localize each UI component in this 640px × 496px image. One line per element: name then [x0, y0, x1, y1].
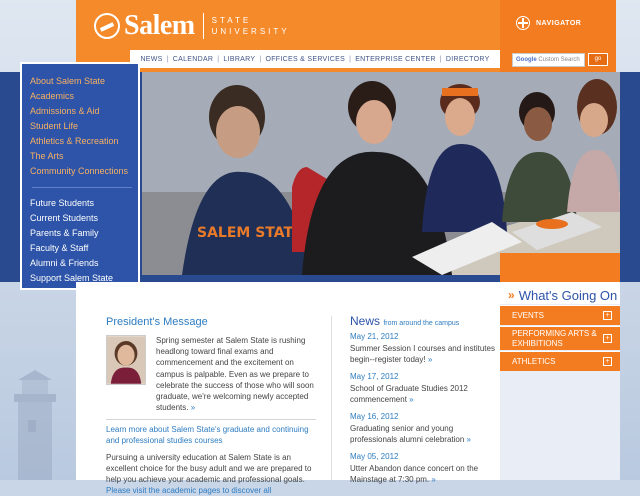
news-more-arrow: » [466, 435, 471, 444]
news-header: News from around the campus [350, 314, 495, 328]
presidents-message-paragraph: Spring semester at Salem State is rushin… [156, 336, 314, 413]
site-header: Salem STATE UNIVERSITY NEWS | CALENDAR |… [76, 0, 616, 72]
news-item[interactable]: School of Graduate Studies 2012 commence… [350, 383, 495, 405]
lighthouse-illustration [14, 370, 56, 480]
leftnav-admissions[interactable]: Admissions & Aid [30, 104, 138, 119]
events-label: EVENTS [512, 310, 545, 320]
presidents-message-title[interactable]: President's Message [106, 316, 316, 328]
news-more-arrow: » [409, 395, 414, 404]
google-logo: Google [516, 57, 537, 63]
news-item-text: Summer Session I courses and institutes … [350, 344, 495, 364]
section-divider [106, 419, 316, 421]
leftnav-academics[interactable]: Academics [30, 89, 138, 104]
topnav-separator: | [166, 55, 169, 63]
performing-arts-label: PERFORMING ARTS & EXHIBITIONS [512, 328, 597, 348]
whats-going-on-title: » What's Going On [500, 282, 620, 304]
leftnav-current-students[interactable]: Current Students [30, 211, 138, 226]
logo-divider [202, 13, 204, 39]
leftnav-future-students[interactable]: Future Students [30, 196, 138, 211]
search-placeholder: Custom Search [538, 57, 580, 63]
news-item[interactable]: Graduating senior and young professional… [350, 423, 495, 445]
leftnav-parents[interactable]: Parents & Family [30, 226, 138, 241]
topnav-directory[interactable]: DIRECTORY [446, 56, 490, 63]
topnav-library[interactable]: LIBRARY [223, 56, 255, 63]
graduate-studies-text: Pursuing a university education at Salem… [106, 452, 316, 496]
plus-icon: + [603, 357, 612, 366]
topnav-separator: | [217, 55, 220, 63]
logo-sub-line1: STATE [211, 16, 252, 25]
news-item[interactable]: Utter Abandon dance concert on the Mains… [350, 463, 495, 485]
news-title[interactable]: News [350, 314, 380, 328]
university-logo[interactable]: Salem STATE UNIVERSITY [94, 10, 290, 42]
navigator-label: NAVIGATOR [536, 19, 582, 27]
top-nav: NEWS | CALENDAR | LIBRARY | OFFICES & SE… [130, 50, 500, 68]
leftnav-arts[interactable]: The Arts [30, 149, 138, 164]
leftnav-community[interactable]: Community Connections [30, 164, 138, 179]
leftnav-athletics[interactable]: Athletics & Recreation [30, 134, 138, 149]
double-chevron-icon: » [508, 288, 515, 302]
presidents-message-column: President's Message Spring semester at S… [106, 316, 316, 496]
athletics-button[interactable]: ATHLETICS + [500, 351, 620, 371]
plus-icon: + [603, 334, 612, 343]
presidents-message-text: Spring semester at Salem State is rushin… [156, 335, 316, 413]
navigator-button[interactable]: NAVIGATOR [516, 16, 581, 30]
performing-arts-button[interactable]: PERFORMING ARTS & EXHIBITIONS + [500, 326, 620, 350]
news-item-text: Graduating senior and young professional… [350, 424, 465, 444]
athletics-label: ATHLETICS [512, 356, 556, 366]
news-more-arrow: » [427, 355, 433, 364]
leftnav-about[interactable]: About Salem State [30, 74, 138, 89]
topnav-separator: | [349, 55, 352, 63]
news-item-text: Utter Abandon dance concert on the Mains… [350, 464, 479, 484]
hero-photo: SALEM STATE [142, 72, 620, 275]
orange-accent-strip [500, 253, 620, 282]
topnav-calendar[interactable]: CALENDAR [173, 56, 214, 63]
news-column: News from around the campus May 21, 2012… [350, 314, 495, 492]
topnav-separator: | [439, 55, 442, 63]
leftnav-divider [32, 187, 132, 188]
svg-text:SALEM STATE: SALEM STATE [197, 225, 303, 241]
plus-icon: + [603, 311, 612, 320]
topnav-offices[interactable]: OFFICES & SERVICES [265, 56, 345, 63]
academic-pages-link[interactable]: Please visit the academic pages to disco… [106, 486, 271, 495]
news-date: May 21, 2012 [350, 332, 399, 341]
graduate-studies-link[interactable]: Learn more about Salem State's graduate … [106, 424, 316, 446]
read-more-arrow[interactable]: » [191, 403, 195, 412]
logo-subtext: STATE UNIVERSITY [212, 15, 290, 37]
column-divider [331, 316, 332, 480]
news-date: May 05, 2012 [350, 452, 399, 461]
news-date: May 16, 2012 [350, 412, 399, 421]
leftnav-faculty[interactable]: Faculty & Staff [30, 241, 138, 256]
whats-going-on-label: What's Going On [518, 287, 618, 303]
topnav-news[interactable]: NEWS [140, 56, 162, 63]
news-date: May 17, 2012 [350, 372, 399, 381]
topnav-enterprise[interactable]: ENTERPRISE CENTER [355, 56, 436, 63]
leftnav-student-life[interactable]: Student Life [30, 119, 138, 134]
left-navigation: About Salem State Academics Admissions &… [20, 62, 140, 290]
news-subtitle: from around the campus [383, 320, 460, 327]
logo-word: Salem [124, 10, 195, 41]
compass-icon [516, 16, 530, 30]
news-item[interactable]: Summer Session I courses and institutes … [350, 343, 495, 365]
events-button[interactable]: EVENTS + [500, 305, 620, 325]
search-go-button[interactable]: go [588, 53, 608, 66]
presidents-message-body: Spring semester at Salem State is rushin… [106, 335, 316, 413]
topnav-separator: | [259, 55, 262, 63]
president-photo [106, 335, 146, 385]
logo-mark-icon [94, 13, 120, 39]
leftnav-alumni[interactable]: Alumni & Friends [30, 256, 138, 271]
logo-sub-line2: UNIVERSITY [211, 27, 290, 36]
search-input[interactable]: Google Custom Search [512, 53, 585, 67]
